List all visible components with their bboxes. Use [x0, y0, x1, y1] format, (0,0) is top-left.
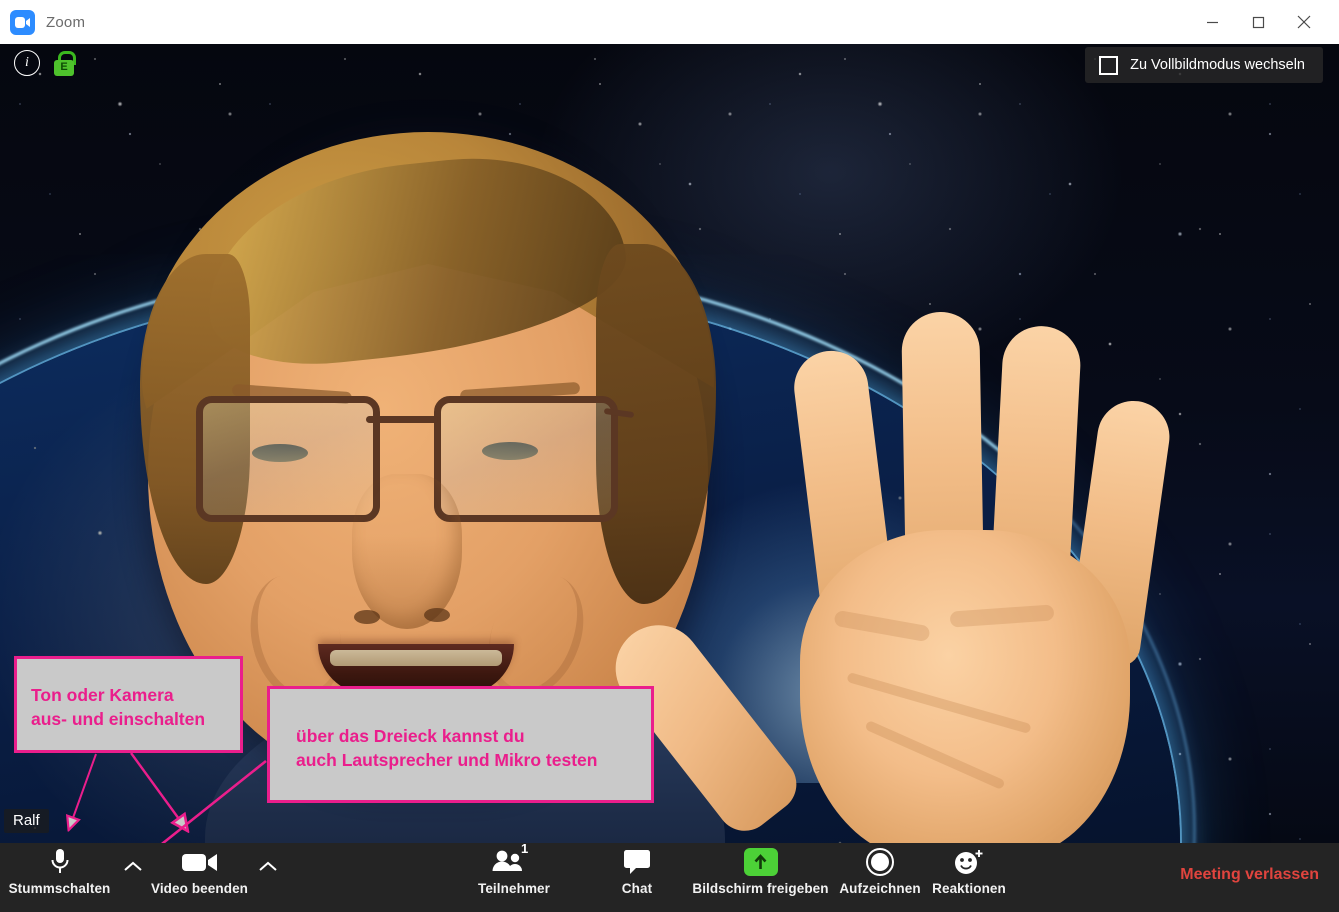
fullscreen-icon	[1099, 55, 1119, 75]
waving-hand	[598, 311, 1230, 843]
palm-crease-1	[833, 609, 931, 643]
lens-left	[196, 396, 380, 522]
callout-triangle-test: über das Dreieck kannst du auch Lautspre…	[267, 686, 654, 803]
reactions-button[interactable]: Reaktionen	[925, 843, 1013, 912]
zoom-camera-icon	[10, 9, 35, 35]
audio-options-chevron-up-icon[interactable]	[122, 855, 144, 877]
callout-audio-video-line2: aus- und einschalten	[31, 709, 206, 730]
info-icon[interactable]: i	[14, 50, 40, 76]
record-label: Aufzeichnen	[839, 881, 921, 896]
callout-audio-video: Ton oder Kamera aus- und einschalten	[14, 656, 243, 753]
close-icon[interactable]	[1281, 0, 1327, 44]
participants-count: 1	[521, 841, 529, 856]
nostril-left	[354, 610, 380, 624]
enter-fullscreen-button[interactable]: Zu Vollbildmodus wechseln	[1085, 47, 1323, 83]
palm-crease-4	[864, 719, 1006, 791]
maximize-icon[interactable]	[1235, 0, 1281, 44]
meeting-toolbar: Stummschalten Video beenden 1 Teilnehmer…	[0, 841, 1339, 912]
mute-button[interactable]: Stummschalten	[0, 843, 119, 912]
participants-icon: 1	[491, 841, 537, 881]
reactions-label: Reaktionen	[932, 881, 1006, 896]
smiley-plus-icon	[953, 843, 985, 881]
palm-crease-2	[949, 604, 1055, 628]
palm	[800, 530, 1130, 843]
participants-button[interactable]: 1 Teilnehmer	[462, 841, 566, 912]
participants-label: Teilnehmer	[477, 881, 551, 896]
share-screen-icon	[743, 843, 778, 881]
nose	[352, 474, 462, 629]
teeth	[330, 650, 502, 666]
nostril-right	[424, 608, 450, 622]
lock-body: E	[54, 59, 74, 76]
share-screen-button[interactable]: Bildschirm freigeben	[688, 843, 833, 912]
chat-bubble-icon	[623, 843, 651, 881]
record-circle-icon	[865, 843, 895, 881]
lens-right	[434, 396, 618, 522]
meeting-status-icons: i E	[14, 50, 76, 76]
window-titlebar: Zoom	[0, 0, 1339, 44]
callout-triangle-test-line2: auch Lautsprecher und Mikro testen	[296, 750, 598, 771]
mute-label: Stummschalten	[8, 881, 111, 896]
window-title: Zoom	[46, 13, 86, 31]
chat-button[interactable]: Chat	[600, 843, 674, 912]
video-options-chevron-up-icon[interactable]	[257, 855, 279, 877]
record-button[interactable]: Aufzeichnen	[836, 843, 924, 912]
lock-icon[interactable]: E	[54, 50, 76, 76]
zoom-meeting-window: Zoom i E Zu Vollbildmodus wechseln Ralf …	[0, 0, 1339, 912]
participant-name-tag: Ralf	[4, 809, 49, 833]
chat-label: Chat	[621, 881, 653, 896]
glasses-bridge	[366, 416, 438, 423]
share-screen-badge	[743, 848, 778, 876]
callout-triangle-test-line1: über das Dreieck kannst du	[296, 726, 525, 746]
enter-fullscreen-label: Zu Vollbildmodus wechseln	[1130, 57, 1305, 73]
stop-video-button[interactable]: Video beenden	[148, 843, 251, 912]
video-camera-icon	[181, 843, 218, 881]
microphone-icon	[49, 843, 71, 881]
stop-video-label: Video beenden	[150, 881, 249, 896]
leave-meeting-button[interactable]: Meeting verlassen	[1174, 865, 1325, 885]
share-screen-label: Bildschirm freigeben	[692, 881, 829, 896]
callout-audio-video-line1: Ton oder Kamera	[31, 685, 174, 705]
minimize-icon[interactable]	[1189, 0, 1235, 44]
